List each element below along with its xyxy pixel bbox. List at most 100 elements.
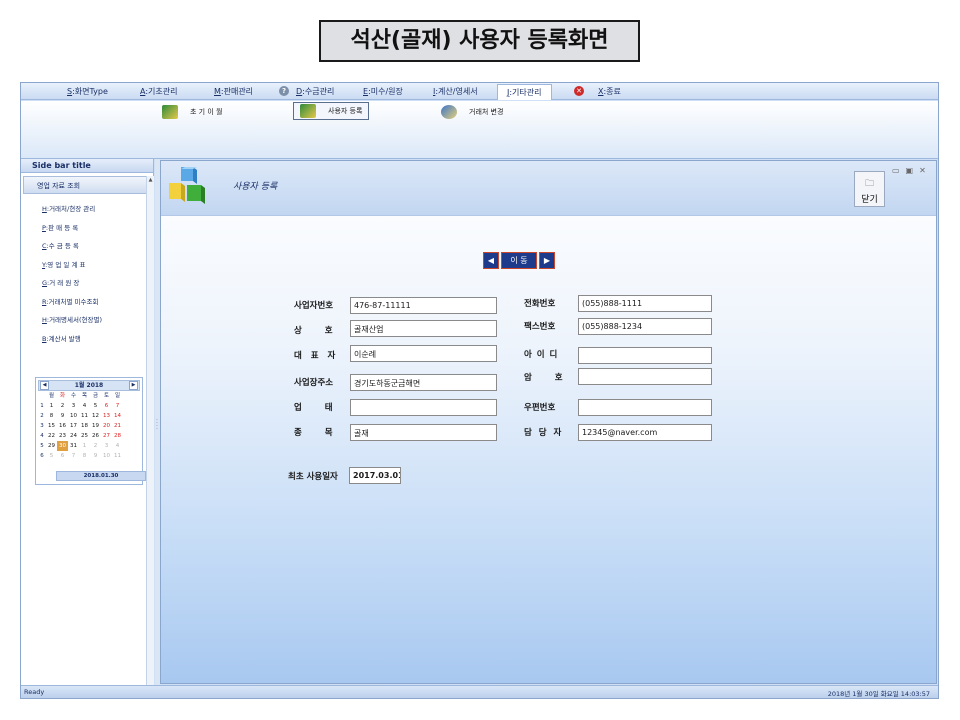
calendar-day[interactable]: 24 — [68, 431, 79, 441]
calendar-day[interactable]: 10 — [101, 451, 112, 461]
init-carryover-button[interactable]: 초 기 이 월 — [162, 103, 222, 121]
calendar-day[interactable]: 2 — [90, 441, 101, 451]
fax-field[interactable]: (055)888-1234 — [578, 318, 712, 335]
calendar-day[interactable]: 14 — [112, 411, 123, 421]
calendar-day[interactable]: 8 — [79, 451, 90, 461]
calendar-day[interactable]: 9 — [90, 451, 101, 461]
sidebar-link-sales-register[interactable]: P:판 매 등 록 — [21, 222, 153, 241]
week-number: 5 — [40, 443, 44, 449]
status-bar: Ready 2018년 1월 30일 화요일 14:03:57 — [21, 685, 938, 698]
calendar-week: 3 15 16 17 18 19 20 21 — [36, 421, 142, 431]
menu-collection-mgmt[interactable]: D:수금관리 — [296, 86, 334, 97]
close-button[interactable]: 🗀 닫기 — [854, 171, 885, 207]
first-use-field[interactable]: 2017.03.01 — [349, 467, 401, 484]
calendar-day[interactable]: 5 — [46, 451, 57, 461]
calendar-day[interactable]: 26 — [90, 431, 101, 441]
password-field[interactable] — [578, 368, 712, 385]
calendar-day[interactable]: 4 — [79, 401, 90, 411]
calendar-day[interactable]: 23 — [57, 431, 68, 441]
content-header: 사용자 등록 🗀 닫기 ▭▣✕ — [161, 161, 936, 216]
company-field[interactable]: 골재산업 — [350, 320, 497, 337]
menu-invoice[interactable]: I:계산/영세서 — [433, 86, 478, 97]
user-register-button[interactable]: 사용자 등록 — [293, 102, 370, 120]
sidebar-group-sales-inquiry[interactable]: 영업 자료 조회 — [23, 176, 149, 194]
ceo-field[interactable]: 이순례 — [350, 345, 497, 362]
menu-receivable-ledger[interactable]: E:미수/원장 — [363, 86, 403, 97]
calendar-day[interactable]: 7 — [68, 451, 79, 461]
calendar-day[interactable]: 29 — [46, 441, 57, 451]
userid-field[interactable] — [578, 347, 712, 364]
scroll-up-icon[interactable]: ▲ — [147, 176, 154, 184]
calendar-day[interactable]: 1 — [46, 401, 57, 411]
zipcode-field[interactable] — [578, 399, 712, 416]
calendar-day[interactable]: 18 — [79, 421, 90, 431]
calendar-day[interactable]: 21 — [112, 421, 123, 431]
phone-label: 전화번호 — [524, 299, 556, 309]
next-record-icon[interactable]: ▶ — [539, 252, 555, 269]
calendar-today-button[interactable]: 2018.01.30 — [56, 471, 146, 481]
next-month-icon[interactable]: ▶ — [129, 381, 138, 390]
calendar-day[interactable]: 27 — [101, 431, 112, 441]
calendar-day[interactable]: 22 — [46, 431, 57, 441]
exit-icon[interactable]: ✕ — [574, 86, 584, 96]
phone-field[interactable]: (055)888-1111 — [578, 295, 712, 312]
calendar-week: 6 5 6 7 8 9 10 11 — [36, 451, 142, 461]
calendar-day[interactable]: 31 — [68, 441, 79, 451]
biz-type-field[interactable] — [350, 399, 497, 416]
prev-month-icon[interactable]: ◀ — [40, 381, 49, 390]
menu-exit[interactable]: X:종료 — [598, 86, 621, 97]
calendar-day[interactable]: 3 — [68, 401, 79, 411]
calendar-day[interactable]: 17 — [68, 421, 79, 431]
calendar-day[interactable]: 3 — [101, 441, 112, 451]
sidebar-link-statement-by-site[interactable]: H:거래명세서(현장별) — [21, 314, 153, 333]
item-field[interactable]: 골재 — [350, 424, 497, 441]
sidebar-link-receivables[interactable]: R:거래처별 미수조회 — [21, 296, 153, 315]
menu-basic-mgmt[interactable]: A:기초관리 — [140, 86, 177, 97]
link-label: :거래처/현장 관리 — [46, 205, 96, 213]
manager-field[interactable]: 12345@naver.com — [578, 424, 712, 441]
calendar-day[interactable]: 6 — [57, 451, 68, 461]
calendar-day[interactable]: 16 — [57, 421, 68, 431]
partner-change-button[interactable]: 거래처 변경 — [441, 103, 503, 121]
calendar-day[interactable]: 11 — [112, 451, 123, 461]
biz-no-field[interactable]: 476-87-11111 — [350, 297, 497, 314]
calendar-day[interactable]: 20 — [101, 421, 112, 431]
calendar-day[interactable]: 7 — [112, 401, 123, 411]
ceo-label: 대 표 자 — [294, 351, 339, 361]
menu-sales-mgmt[interactable]: M:판매관리 — [214, 86, 253, 97]
company-label: 상 호 — [294, 326, 343, 336]
calendar-day[interactable]: 15 — [46, 421, 57, 431]
calendar-day[interactable]: 19 — [90, 421, 101, 431]
week-number: 1 — [40, 403, 44, 409]
help-icon[interactable]: ? — [279, 86, 289, 96]
calendar-day[interactable]: 2 — [57, 401, 68, 411]
calendar-day[interactable]: 6 — [101, 401, 112, 411]
calendar-day[interactable]: 28 — [112, 431, 123, 441]
prev-record-icon[interactable]: ◀ — [483, 252, 499, 269]
calendar-day[interactable]: 12 — [90, 411, 101, 421]
sidebar-link-invoice-issue[interactable]: B:계산서 발행 — [21, 333, 153, 352]
move-button[interactable]: 이 동 — [501, 252, 537, 269]
sidebar-link-collection-register[interactable]: C:수 금 등 록 — [21, 240, 153, 259]
sidebar-scrollbar[interactable]: ▲ — [146, 176, 154, 685]
menu-screen-type[interactable]: S:화면Type — [67, 86, 108, 97]
window-controls[interactable]: ▭▣✕ — [892, 166, 932, 175]
calendar-day[interactable]: 1 — [79, 441, 90, 451]
sidebar-link-partner-site[interactable]: H:거래처/현장 관리 — [21, 203, 153, 222]
calendar-day[interactable]: 9 — [57, 411, 68, 421]
calendar-day[interactable]: 11 — [79, 411, 90, 421]
address-label: 사업장주소 — [294, 378, 334, 388]
sidebar-link-daily-report[interactable]: Y:영 업 일 계 표 — [21, 259, 153, 278]
address-field[interactable]: 경기도하동군금해면 — [350, 374, 497, 391]
calendar-day[interactable]: 5 — [90, 401, 101, 411]
week-number: 6 — [40, 453, 44, 459]
calendar-day[interactable]: 13 — [101, 411, 112, 421]
calendar-day[interactable]: 10 — [68, 411, 79, 421]
calendar-day[interactable]: 8 — [46, 411, 57, 421]
menu-etc-mgmt[interactable]: J:기타관리 — [497, 84, 552, 100]
calendar-day[interactable]: 25 — [79, 431, 90, 441]
content-panel: 사용자 등록 🗀 닫기 ▭▣✕ ◀ 이 동 ▶ 사업자번호 476-87-111… — [160, 160, 937, 684]
calendar-day-today[interactable]: 30 — [57, 441, 68, 451]
sidebar-link-ledger[interactable]: G:거 래 원 장 — [21, 277, 153, 296]
calendar-day[interactable]: 4 — [112, 441, 123, 451]
